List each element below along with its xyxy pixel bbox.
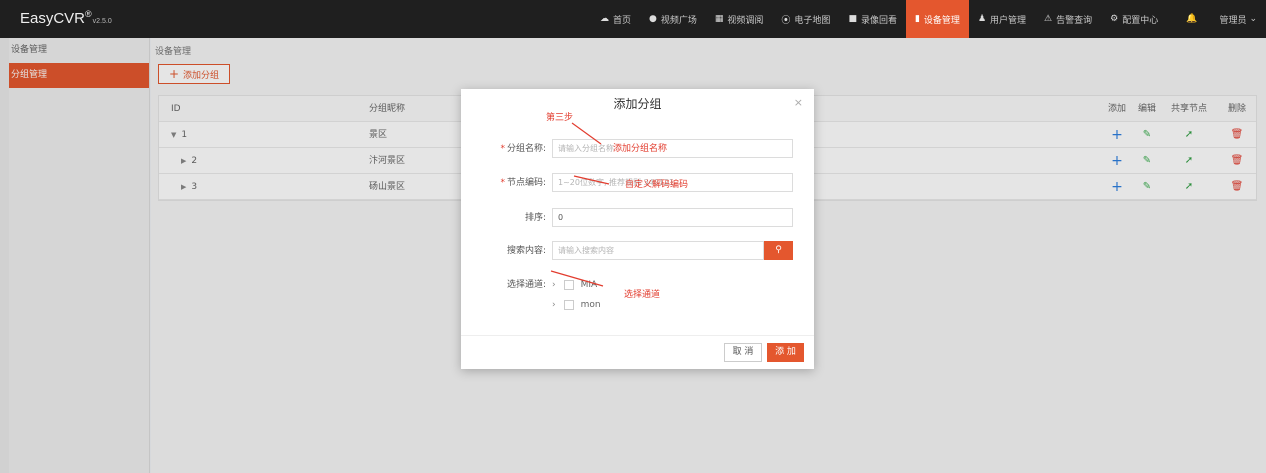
nav-playback[interactable]: ■ 录像回看: [839, 0, 906, 38]
nav-video-square[interactable]: ● 视频广场: [640, 0, 706, 38]
step-annotation: 第三步: [546, 113, 574, 123]
tree-checkbox[interactable]: [563, 280, 574, 290]
node-code-label: * 节点编码:: [500, 178, 546, 188]
search-input[interactable]: 请输入搜索内容: [552, 241, 764, 260]
bell-icon: 🔔: [1186, 14, 1198, 24]
chevron-right-icon[interactable]: ›: [552, 295, 556, 315]
nav-device-management[interactable]: ▮ 设备管理: [905, 0, 969, 38]
chevron-right-icon[interactable]: ›: [552, 275, 556, 295]
tree-node[interactable]: › mon: [552, 295, 601, 315]
nav-e-map[interactable]: ⦿ 电子地图: [772, 0, 839, 38]
nav-user-management[interactable]: ♟ 用户管理: [969, 0, 1035, 38]
annotation-channel: 选择通道: [624, 290, 661, 300]
channel-tree: › MIA › mon: [552, 275, 601, 315]
gear-icon: ⚙: [1110, 14, 1119, 24]
group-name-label: * 分组名称:: [500, 144, 546, 154]
close-icon[interactable]: ×: [794, 96, 803, 109]
main-nav: ☁ 首页 ● 视频广场 ▦ 视频调阅 ⦿ 电子地图 ■ 录像回看 ▮ 设备管理 ♟ 用户管理 …: [591, 0, 1266, 38]
chevron-down-icon: ⌄: [1249, 14, 1257, 24]
add-group-dialog: 添加分组 × 第三步 * 分组名称: 请输入分组名称 添加分组名称 * 节点编码: …: [461, 89, 814, 369]
user-menu[interactable]: 管理员 ⌄: [1210, 0, 1266, 38]
tree-node[interactable]: › MIA: [552, 275, 601, 295]
map-pin-icon: ⦿: [781, 15, 791, 26]
group-name-input[interactable]: 请输入分组名称: [552, 139, 793, 158]
user-icon: ♟: [977, 14, 987, 24]
sort-input[interactable]: 0: [552, 208, 793, 227]
annotation-node-code: 自定义解码编码: [625, 180, 689, 190]
video-camera-icon: ■: [848, 14, 857, 24]
form-row-search: 搜索内容: 请输入搜索内容 ⚲: [461, 241, 814, 261]
bell-button[interactable]: 🔔: [1177, 0, 1210, 38]
channels-label: 选择通道:: [506, 280, 546, 290]
form-row-sort: 排序: 0: [461, 208, 814, 228]
annotation-group-name: 添加分组名称: [613, 144, 668, 154]
nav-config-center[interactable]: ⚙ 配置中心: [1101, 0, 1167, 38]
play-icon: ●: [649, 14, 657, 24]
app-logo[interactable]: EasyCVR®v2.5.0: [20, 9, 112, 27]
top-navbar: EasyCVR®v2.5.0 ☁ 首页 ● 视频广场 ▦ 视频调阅 ⦿ 电子地图 ■ 录像…: [0, 0, 1266, 38]
tree-checkbox[interactable]: [563, 300, 574, 310]
search-icon: ⚲: [775, 245, 782, 255]
nav-video-view[interactable]: ▦ 视频调阅: [706, 0, 773, 38]
device-icon: ▮: [914, 14, 920, 24]
cloud-icon: ☁: [599, 14, 609, 24]
nav-home[interactable]: ☁ 首页: [591, 0, 640, 38]
cancel-button[interactable]: 取 消: [724, 343, 762, 362]
dialog-title: 添加分组: [613, 97, 662, 111]
grid-icon: ▦: [714, 14, 724, 24]
search-label: 搜索内容:: [506, 246, 546, 256]
sort-label: 排序:: [524, 213, 546, 223]
alarm-icon: ⚠: [1044, 14, 1053, 24]
dialog-footer-divider: [461, 335, 814, 336]
search-button[interactable]: ⚲: [764, 241, 793, 260]
nav-alarm-query[interactable]: ⚠ 告警查询: [1035, 0, 1101, 38]
submit-button[interactable]: 添 加: [767, 343, 804, 362]
